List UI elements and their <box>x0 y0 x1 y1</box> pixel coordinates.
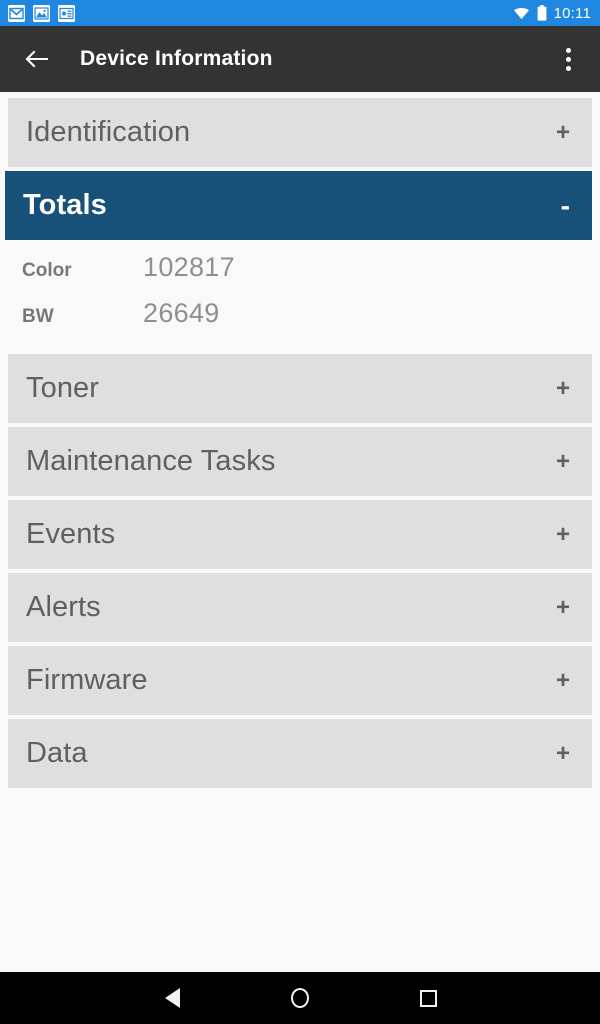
nav-back-button[interactable] <box>108 972 236 1024</box>
expand-plus-icon: + <box>555 374 570 402</box>
menu-dot <box>565 56 571 62</box>
status-bar: 10:11 <box>0 0 600 26</box>
section-row-data[interactable]: Data + <box>8 719 592 788</box>
menu-dot <box>565 47 571 53</box>
section-row-toner[interactable]: Toner + <box>8 354 592 423</box>
notification-icons <box>8 4 75 22</box>
expand-plus-icon: + <box>555 593 570 621</box>
nav-home-button[interactable] <box>236 972 364 1024</box>
section-label: Maintenance Tasks <box>26 445 276 477</box>
expand-plus-icon: + <box>555 118 570 146</box>
news-card-icon <box>58 4 75 22</box>
section-row-alerts[interactable]: Alerts + <box>8 573 592 642</box>
wifi-icon <box>513 6 530 20</box>
totals-detail-block: Color 102817 BW 26649 <box>0 240 600 354</box>
nav-back-icon <box>164 988 180 1008</box>
detail-row: Color 102817 <box>0 252 600 298</box>
gmail-icon <box>8 4 25 22</box>
page-title: Device Information <box>80 47 273 70</box>
status-right-cluster: 10:11 <box>513 5 591 22</box>
menu-dot <box>565 65 571 71</box>
nav-home-icon <box>291 988 309 1008</box>
detail-label: BW <box>22 306 54 327</box>
section-row-maintenance-tasks[interactable]: Maintenance Tasks + <box>8 427 592 496</box>
section-label: Firmware <box>26 664 148 696</box>
arrow-back-icon[interactable] <box>22 44 52 74</box>
system-navigation-bar <box>0 972 600 1024</box>
section-label: Totals <box>23 189 107 221</box>
section-label: Data <box>26 737 88 769</box>
section-list[interactable]: Identification + Totals - Color 102817 B… <box>0 92 600 972</box>
battery-full-icon <box>537 5 547 21</box>
more-vertical-icon[interactable] <box>554 41 582 77</box>
detail-row: BW 26649 <box>0 298 600 344</box>
section-label: Alerts <box>26 591 101 623</box>
photos-icon <box>33 4 50 22</box>
detail-value: 26649 <box>143 298 220 328</box>
expand-plus-icon: + <box>555 447 570 475</box>
expand-plus-icon: + <box>555 739 570 767</box>
section-row-events[interactable]: Events + <box>8 500 592 569</box>
section-label: Identification <box>26 116 191 148</box>
section-row-identification[interactable]: Identification + <box>8 98 592 167</box>
detail-label: Color <box>22 260 72 281</box>
nav-recents-icon <box>419 989 437 1007</box>
collapse-minus-icon: - <box>560 189 570 221</box>
detail-value: 102817 <box>143 252 235 282</box>
status-clock: 10:11 <box>553 4 591 22</box>
expand-plus-icon: + <box>555 520 570 548</box>
section-label: Events <box>26 518 116 550</box>
section-label: Toner <box>26 372 100 404</box>
section-row-totals[interactable]: Totals - <box>5 171 592 240</box>
section-row-firmware[interactable]: Firmware + <box>8 646 592 715</box>
app-bar: Device Information <box>0 26 600 92</box>
expand-plus-icon: + <box>555 666 570 694</box>
nav-recents-button[interactable] <box>364 972 492 1024</box>
